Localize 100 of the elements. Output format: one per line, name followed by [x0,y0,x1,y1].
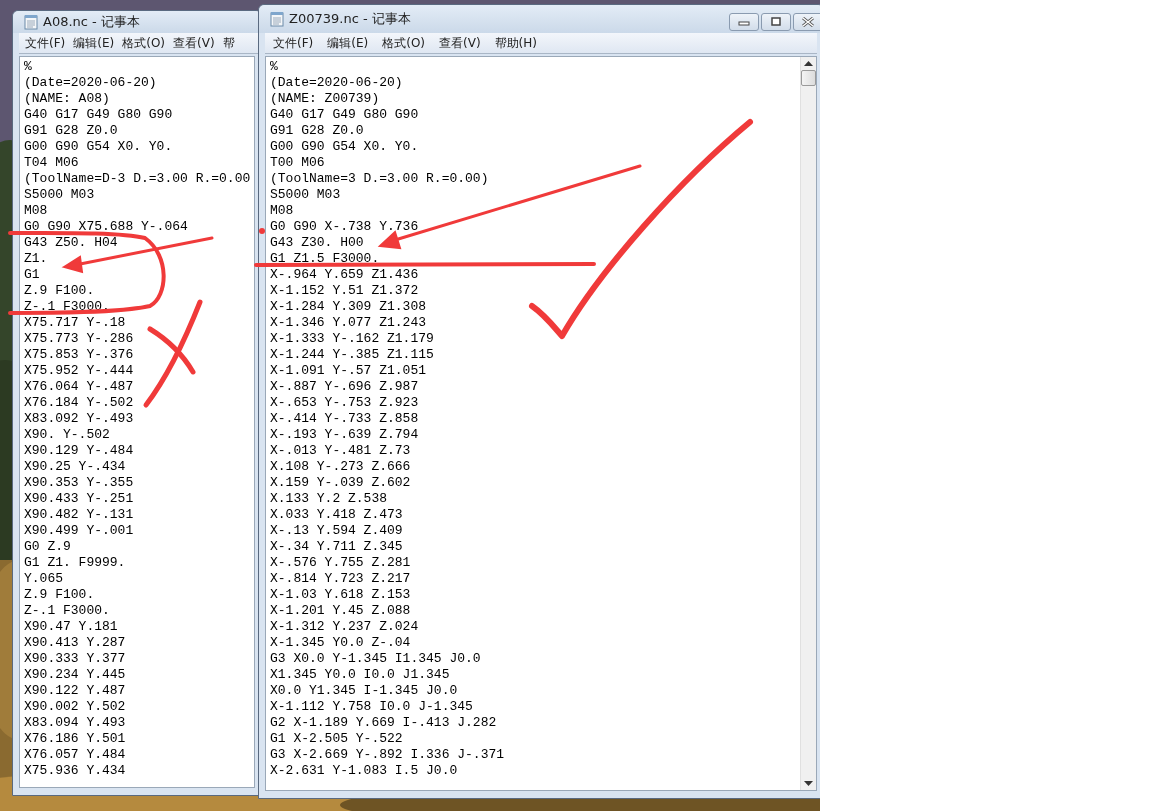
code-line: % [24,59,32,75]
code-line: X-1.244 Y-.385 Z1.115 [270,347,434,363]
code-line: X-.964 Y.659 Z1.436 [270,267,419,283]
code-line: X-1.201 Y.45 Z.088 [270,603,411,619]
code-line: X90.499 Y-.001 [24,523,134,539]
code-line: G43 Z30. H00 [270,235,364,251]
code-line: X90.47 Y.181 [24,619,118,635]
minimize-button[interactable] [729,13,759,31]
code-line: T04 M06 [24,155,79,171]
code-line: (NAME: A08) [24,91,110,107]
window-title: Z00739.nc - 记事本 [289,10,411,28]
code-line: T00 M06 [270,155,325,171]
code-line: X-1.345 Y0.0 Z-.04 [270,635,411,651]
menu-item[interactable]: 编辑(E) [327,34,369,52]
code-line: X76.057 Y.484 [24,747,126,763]
code-line: X-1.112 Y.758 I0.0 J-1.345 [270,699,473,715]
annotation-dot [259,228,265,234]
code-line: G00 G90 G54 X0. Y0. [270,139,419,155]
code-line: M08 [24,203,48,219]
code-line: G0 G90 X75.688 Y-.064 [24,219,188,235]
code-line: X90.413 Y.287 [24,635,126,651]
code-line: (Date=2020-06-20) [270,75,403,91]
code-line: X-.13 Y.594 Z.409 [270,523,403,539]
code-line: X-.414 Y-.733 Z.858 [270,411,419,427]
code-line: G1 Z1. F9999. [24,555,126,571]
menu-item[interactable]: 帮 [222,34,235,52]
code-line: G3 X-2.669 Y-.892 I.336 J-.371 [270,747,505,763]
code-line: Z-.1 F3000. [24,603,110,619]
code-line: X83.094 Y.493 [24,715,126,731]
code-line: Z-.1 F3000. [24,299,110,315]
code-line: X90.482 Y-.131 [24,507,134,523]
code-line: G00 G90 G54 X0. Y0. [24,139,173,155]
code-line: X-2.631 Y-1.083 I.5 J0.0 [270,763,458,779]
code-line: X90.25 Y-.434 [24,459,126,475]
code-line: X75.853 Y-.376 [24,347,134,363]
code-line: G1 [24,267,40,283]
code-line: G3 X0.0 Y-1.345 I1.345 J0.0 [270,651,481,667]
code-line: G91 G28 Z0.0 [24,123,118,139]
close-button[interactable] [793,13,820,31]
notepad-icon [23,14,39,30]
code-line: X.159 Y-.039 Z.602 [270,475,411,491]
code-line: X75.936 Y.434 [24,763,126,779]
code-line: X76.184 Y-.502 [24,395,134,411]
code-line: S5000 M03 [270,187,341,203]
code-line: X90. Y-.502 [24,427,110,443]
code-line: G40 G17 G49 G80 G90 [24,107,173,123]
code-line: X90.433 Y-.251 [24,491,134,507]
code-line: X.133 Y.2 Z.538 [270,491,388,507]
code-line: X76.064 Y-.487 [24,379,134,395]
window-title: A08.nc - 记事本 [43,13,140,31]
code-line: X-.814 Y.723 Z.217 [270,571,411,587]
code-line: X90.002 Y.502 [24,699,126,715]
code-line: X.033 Y.418 Z.473 [270,507,403,523]
menu-item[interactable]: 文件(F) [273,34,314,52]
code-line: (ToolName=D-3 D.=3.00 R.=0.00 [24,171,251,187]
code-line: % [270,59,278,75]
code-line: (ToolName=3 D.=3.00 R.=0.00) [270,171,489,187]
menu-item[interactable]: 格式(O) [122,34,166,52]
maximize-button[interactable] [761,13,791,31]
code-line: (Date=2020-06-20) [24,75,157,91]
code-line: X90.333 Y.377 [24,651,126,667]
notepad-icon [269,11,285,27]
code-line: X75.952 Y-.444 [24,363,134,379]
code-line: X90.353 Y-.355 [24,475,134,491]
code-line: Z.9 F100. [24,283,95,299]
minimize-icon [738,18,750,26]
menu-item[interactable]: 格式(O) [382,34,426,52]
scrollbar-thumb[interactable] [801,70,816,86]
code-line: X75.773 Y-.286 [24,331,134,347]
code-line: X90.129 Y-.484 [24,443,134,459]
code-line: Y.065 [24,571,63,587]
code-line: X75.717 Y-.18 [24,315,126,331]
code-line: X1.345 Y0.0 I0.0 J1.345 [270,667,450,683]
scrollbar[interactable] [800,57,816,790]
code-line: X90.122 Y.487 [24,683,126,699]
menu-item[interactable]: 查看(V) [173,34,215,52]
code-line: G40 G17 G49 G80 G90 [270,107,419,123]
code-line: X-1.333 Y-.162 Z1.179 [270,331,434,347]
menu-item[interactable]: 文件(F) [25,34,66,52]
menu-item[interactable]: 帮助(H) [494,34,537,52]
menu-item[interactable]: 编辑(E) [73,34,115,52]
code-line: X90.234 Y.445 [24,667,126,683]
code-line: X.108 Y-.273 Z.666 [270,459,411,475]
code-line: G2 X-1.189 Y.669 I-.413 J.282 [270,715,497,731]
code-line: X-.34 Y.711 Z.345 [270,539,403,555]
scroll-up-icon[interactable] [804,61,813,66]
code-line: X-1.091 Y-.57 Z1.051 [270,363,427,379]
code-line: X-1.312 Y.237 Z.024 [270,619,419,635]
code-line: G1 Z1.5 F3000. [270,251,380,267]
code-line: S5000 M03 [24,187,95,203]
menu-item[interactable]: 查看(V) [439,34,481,52]
code-line: G43 Z50. H04 [24,235,118,251]
code-line: Z.9 F100. [24,587,95,603]
code-line: X-1.346 Y.077 Z1.243 [270,315,427,331]
code-line: G0 Z.9 [24,539,71,555]
code-line: X-.193 Y-.639 Z.794 [270,427,419,443]
code-line: M08 [270,203,294,219]
code-line: Z1. [24,251,48,267]
code-line: X-1.152 Y.51 Z1.372 [270,283,419,299]
maximize-icon [770,17,782,27]
